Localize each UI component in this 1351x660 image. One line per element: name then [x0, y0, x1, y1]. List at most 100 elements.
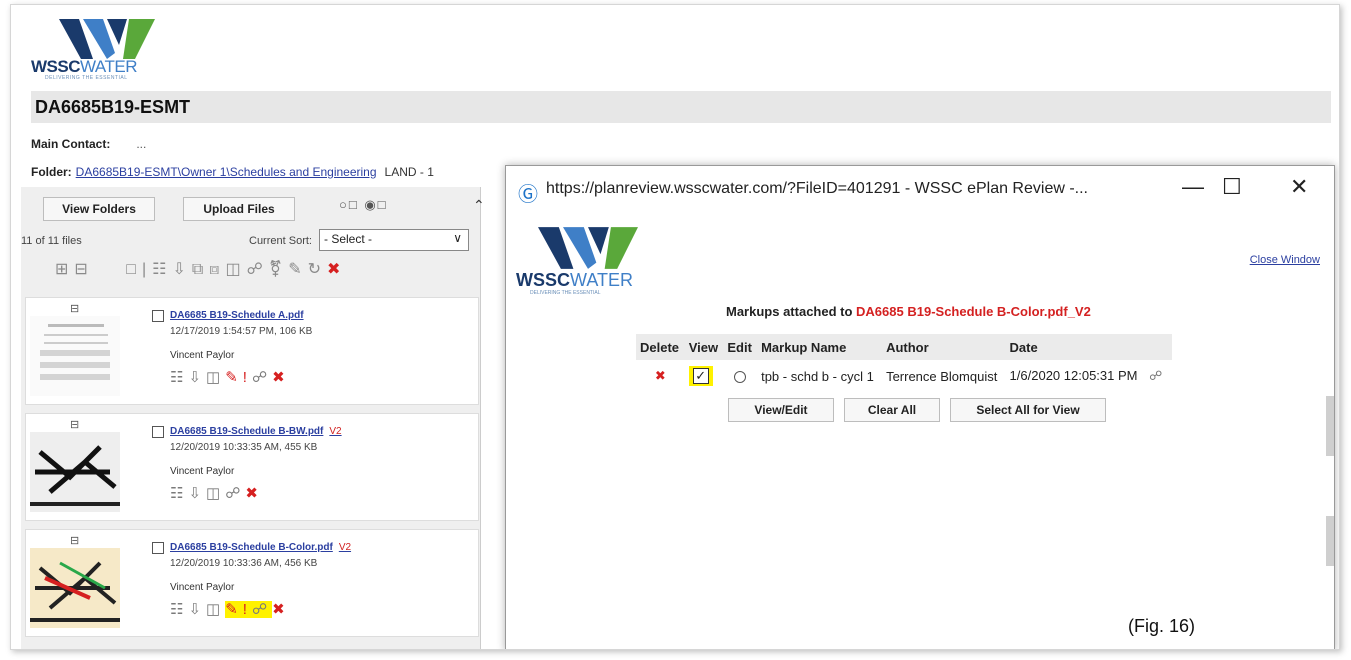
view-icon[interactable]: ☷	[170, 601, 188, 618]
delete-markup-icon[interactable]: ✖	[655, 368, 666, 383]
collapse-icon[interactable]: ⊟	[70, 534, 79, 547]
file-author: Vincent Paylor	[170, 350, 235, 361]
folder-trailing: LAND - 1	[384, 165, 434, 179]
move-icon[interactable]: ⧈	[209, 261, 225, 278]
folder-path-link[interactable]: DA6685B19-ESMT\Owner 1\Schedules and Eng…	[76, 165, 377, 179]
markup-popup-window: Ⓖ https://planreview.wsscwater.com/?File…	[505, 165, 1335, 649]
file-name-link[interactable]: DA6685 B19-Schedule A.pdf	[170, 310, 304, 321]
scrollbar-thumb[interactable]	[1326, 396, 1334, 456]
file-meta: 12/20/2019 10:33:35 AM, 455 KB	[170, 442, 318, 453]
view-icon[interactable]: ☷	[170, 369, 188, 386]
col-view: View	[684, 334, 724, 360]
table-row: ✖ ✓ tpb - schd b - cycl 1 Terrence Blomq…	[636, 360, 1172, 392]
file-toolbar: ⊞⊟ □|☷⇩⧉⧈◫☍⚧✎↻✖	[55, 259, 346, 279]
wssc-logo: WSSCWATER DELIVERING THE ESSENTIAL	[31, 19, 181, 81]
browser-icon: Ⓖ	[518, 184, 538, 206]
lock-icon[interactable]: ☍	[252, 601, 272, 618]
download-icon[interactable]: ⇩	[188, 485, 206, 502]
edit-radio[interactable]	[734, 371, 747, 384]
file-checkbox[interactable]	[152, 542, 164, 554]
delete-icon[interactable]: ✖	[272, 601, 290, 618]
view-folders-button[interactable]: View Folders	[43, 197, 155, 221]
markup-icon[interactable]: ◫	[206, 601, 225, 618]
markups-table: Delete View Edit Markup Name Author Date…	[636, 334, 1172, 392]
file-card: ⊟ DA6685 B19-Schedule B-BW.pdf V2 12/20/2…	[25, 413, 479, 521]
select-all-checkbox-icon[interactable]: □	[126, 261, 142, 278]
minimize-icon[interactable]: —	[1182, 174, 1204, 200]
file-thumbnail[interactable]	[30, 548, 120, 628]
close-icon[interactable]: ✕	[1290, 174, 1308, 200]
main-contact-value: ...	[136, 137, 147, 151]
file-count: 11 of 11 files	[21, 235, 82, 247]
view-mode-radios[interactable]: ○□ ◉□	[339, 197, 388, 213]
sort-select[interactable]: - Select - ∨	[319, 229, 469, 251]
logo-brand: WSSC	[31, 57, 81, 76]
col-markup-name: Markup Name	[757, 334, 883, 360]
refresh-icon[interactable]: ↻	[308, 261, 327, 278]
logo-brand-water: WATER	[570, 270, 633, 290]
file-checkbox[interactable]	[152, 426, 164, 438]
sort-value: - Select -	[324, 232, 373, 246]
expand-all-icon[interactable]: ⊞	[55, 261, 74, 278]
view-checkbox[interactable]: ✓	[692, 368, 709, 384]
close-window-link[interactable]: Close Window	[1250, 254, 1320, 266]
markup-alert-icon[interactable]: ✎!	[225, 369, 252, 386]
main-contact: Main Contact:...	[31, 137, 146, 151]
collapse-icon[interactable]: ⊟	[70, 418, 79, 431]
markup-icon[interactable]: ◫	[206, 485, 225, 502]
lock-icon[interactable]: ☍	[225, 485, 245, 502]
clear-all-button[interactable]: Clear All	[844, 398, 940, 422]
delete-icon[interactable]: ✖	[327, 261, 346, 278]
file-name-link[interactable]: DA6685 B19-Schedule B-BW.pdf V2	[170, 426, 342, 437]
delete-icon[interactable]: ✖	[272, 369, 290, 386]
col-delete: Delete	[636, 334, 685, 360]
file-actions: ☷⇩◫✎!☍✖	[170, 600, 290, 618]
col-edit: Edit	[723, 334, 758, 360]
stamp-icon[interactable]: ⚧	[269, 261, 288, 278]
file-meta: 12/17/2019 1:54:57 PM, 106 KB	[170, 326, 313, 337]
col-author: Author	[882, 334, 1006, 360]
logo-tagline: DELIVERING THE ESSENTIAL	[45, 75, 128, 81]
view-edit-button[interactable]: View/Edit	[728, 398, 834, 422]
page-frame: WSSCWATER DELIVERING THE ESSENTIAL DA668…	[10, 4, 1340, 650]
logo-mark-icon	[538, 227, 638, 269]
maximize-icon[interactable]: ☐	[1222, 174, 1242, 200]
sort-label: Current Sort:	[249, 235, 312, 247]
file-thumbnail[interactable]	[30, 432, 120, 512]
files-panel: View Folders Upload Files ○□ ◉□ 11 of 11…	[21, 187, 481, 649]
view-icon[interactable]: ☷	[170, 485, 188, 502]
upload-files-button[interactable]: Upload Files	[183, 197, 295, 221]
logo-mark-icon	[59, 19, 155, 59]
markup-date: 1/6/2020 12:05:31 PM	[1009, 368, 1138, 383]
compare-icon[interactable]: ◫	[225, 261, 246, 278]
markup-alert-icon[interactable]: ✎!	[225, 601, 252, 618]
logo-brand-water: WATER	[80, 57, 138, 76]
collapse-all-icon[interactable]: ⊟	[74, 261, 93, 278]
download-icon[interactable]: ⇩	[188, 369, 206, 386]
scrollbar-thumb[interactable]	[1326, 516, 1334, 566]
lock-icon[interactable]: ☍	[247, 261, 269, 278]
edit-icon[interactable]: ✎	[288, 261, 307, 278]
markup-icon[interactable]: ◫	[206, 369, 225, 386]
select-all-for-view-button[interactable]: Select All for View	[950, 398, 1106, 422]
view-icon[interactable]: ☷	[152, 261, 172, 278]
file-actions: ☷⇩◫✎!☍✖	[170, 368, 290, 386]
file-name-link[interactable]: DA6685 B19-Schedule B-Color.pdf V2	[170, 542, 351, 553]
version-badge: V2	[338, 542, 352, 553]
popup-url-title: https://planreview.wsscwater.com/?FileID…	[546, 180, 1088, 197]
delete-icon[interactable]: ✖	[245, 485, 263, 502]
download-icon[interactable]: ⇩	[172, 261, 191, 278]
copy-icon[interactable]: ⧉	[192, 261, 209, 278]
col-date: Date	[1005, 334, 1172, 360]
scroll-up-icon[interactable]: ⌃	[473, 197, 485, 214]
page-title: DA6685B19-ESMT	[31, 91, 1331, 123]
divider-icon: |	[141, 261, 153, 278]
collapse-icon[interactable]: ⊟	[70, 302, 79, 315]
folder-breadcrumb: Folder: DA6685B19-ESMT\Owner 1\Schedules …	[31, 165, 434, 179]
download-icon[interactable]: ⇩	[188, 601, 206, 618]
version-badge: V2	[329, 426, 342, 437]
file-thumbnail[interactable]	[30, 316, 120, 396]
file-checkbox[interactable]	[152, 310, 164, 322]
lock-icon[interactable]: ☍	[252, 369, 272, 386]
figure-label: (Fig. 16)	[1128, 616, 1196, 636]
